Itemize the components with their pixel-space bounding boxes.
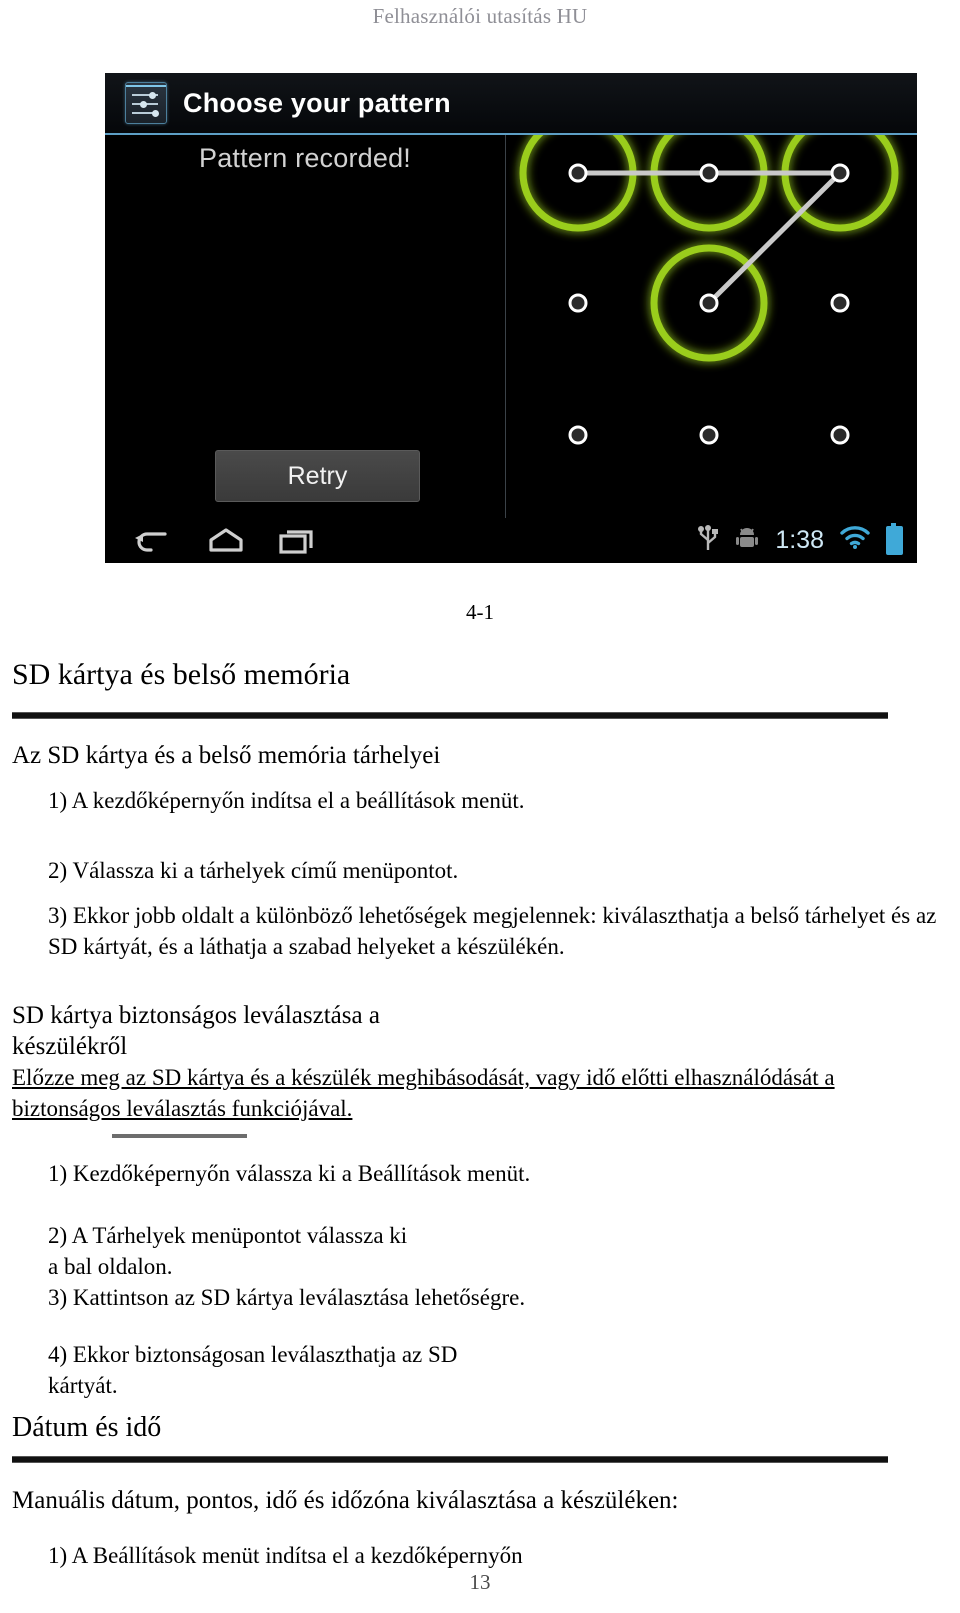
section2-heading-line1: SD kártya biztonságos leválasztása a [12,1002,380,1029]
retry-button[interactable]: Retry [215,450,420,502]
section2-step-4-cont: kártyát. [48,1373,118,1398]
pattern-grid[interactable] [506,135,917,518]
section2-step-3: 3) Kattintson az SD kártya leválasztása … [48,1285,526,1310]
android-status-bar: 1:38 [697,518,903,563]
pattern-status-message: Pattern recorded! [198,143,412,173]
screen-body: Pattern recorded! Retry Continue [105,135,917,563]
section2-step-2-cont: a bal oldalon. [48,1254,173,1279]
figure-caption: 4-1 [466,600,494,624]
status-clock: 1:38 [775,526,824,554]
retry-button-label: Retry [287,461,348,490]
section2-heading-line2: készülékről [12,1033,128,1060]
running-header: Felhasználói utasítás HU [372,4,588,28]
section1-step-1: 1) A kezdőképernyőn indítsa el a beállít… [48,788,525,813]
home-icon[interactable] [203,524,249,558]
section2-intro: Előzze meg az SD kártya és a készülék me… [12,1065,835,1121]
section1-subheading: Az SD kártya és a belső memória tárhelye… [12,742,441,769]
android-screen: Choose your pattern Pattern recorded! Re… [105,73,917,563]
pattern-grid-svg [519,135,899,445]
recent-apps-icon[interactable] [275,524,321,558]
settings-sliders-icon [125,82,167,124]
section1-step-3: 3) Ekkor jobb oldalt a különböző lehetős… [48,903,937,959]
section-heading-date-time: Dátum és idő [12,1412,162,1443]
battery-icon [886,523,903,555]
section2-step-2: 2) A Tárhelyek menüpontot válassza ki [48,1223,408,1248]
screen-titlebar: Choose your pattern [105,73,917,135]
section-divider-2 [12,1456,888,1463]
section2-step-1: 1) Kezdőképernyőn válassza ki a Beállítá… [48,1161,531,1186]
page-number: 13 [469,1570,491,1594]
wifi-icon [840,526,870,555]
section-heading-sd-card: SD kártya és belső memória [12,658,351,691]
section2-divider [112,1134,247,1138]
back-icon[interactable] [131,524,177,558]
pattern-left-pane: Pattern recorded! Retry Continue [105,135,506,563]
usb-icon [697,524,719,557]
screen-title: Choose your pattern [183,87,451,118]
android-robot-icon [735,525,759,556]
section-divider-1 [12,712,888,719]
android-screenshot-figure: Choose your pattern Pattern recorded! Re… [105,73,917,563]
section1-step-2: 2) Válassza ki a tárhelyek című menüpont… [48,858,459,883]
section3-step-1: 1) A Beállítások menüt indítsa el a kezd… [48,1543,523,1568]
section2-step-4: 4) Ekkor biztonságosan leválaszthatja az… [48,1342,458,1367]
section3-intro: Manuális dátum, pontos, idő és időzóna k… [12,1487,679,1514]
